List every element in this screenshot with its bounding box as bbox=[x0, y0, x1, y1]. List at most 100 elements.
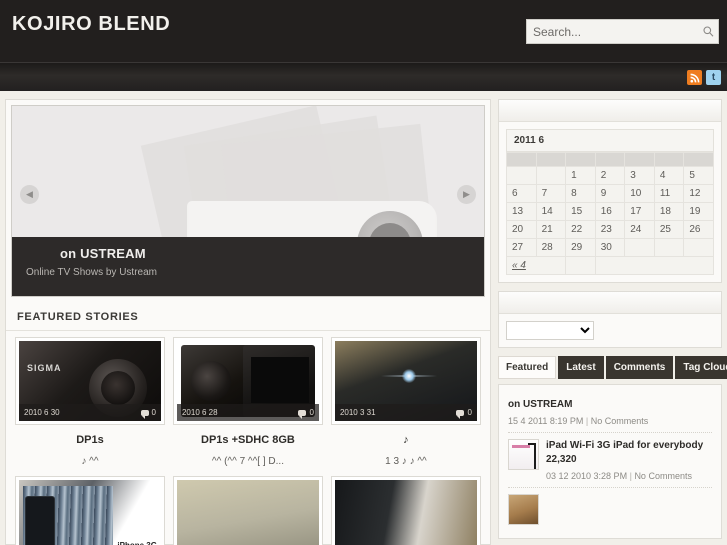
calendar-day[interactable]: 21 bbox=[535, 220, 567, 239]
calendar-weekday-row bbox=[506, 152, 714, 167]
story-thumbnail[interactable] bbox=[172, 476, 323, 545]
calendar-week-row: 13 14 15 16 17 18 19 bbox=[506, 202, 714, 221]
rss-icon[interactable] bbox=[687, 70, 702, 85]
calendar-day[interactable]: 20 bbox=[506, 220, 537, 239]
calendar-day bbox=[624, 238, 655, 257]
meta-separator: | bbox=[585, 415, 589, 426]
story-thumbnail[interactable]: SIGMA 2010 6 30 0 bbox=[15, 337, 165, 425]
calendar-week-row: 20 21 22 23 24 25 26 bbox=[506, 220, 714, 239]
calendar-day[interactable]: 17 bbox=[624, 202, 655, 221]
calendar-day[interactable]: 27 bbox=[506, 238, 537, 257]
list-item[interactable]: iPad Wi-Fi 3G iPad for everybody 22,320 … bbox=[508, 433, 712, 488]
post-comment-count[interactable]: No Comments bbox=[591, 416, 649, 426]
tab-tag-cloud[interactable]: Tag Cloud bbox=[675, 356, 727, 379]
post-meta: 15 4 2011 8:19 PM | No Comments bbox=[508, 416, 712, 426]
calendar-day[interactable]: 14 bbox=[535, 202, 567, 221]
calendar-day[interactable]: 15 bbox=[565, 202, 596, 221]
calendar-body: 20 11 6 1 2 3 4 5 6 7 8 9 10 11 12 13 14 … bbox=[499, 122, 721, 282]
story-card[interactable]: iPhone 3G bbox=[11, 470, 169, 545]
slider-title[interactable]: on USTREAM bbox=[60, 246, 470, 261]
calendar-day[interactable]: 13 bbox=[506, 202, 537, 221]
archive-body bbox=[499, 314, 721, 347]
story-card[interactable] bbox=[169, 470, 327, 545]
social-links: t bbox=[687, 70, 721, 85]
story-card[interactable]: 2010 3 31 0 ♪ 1 3 ♪ ♪ ^^ bbox=[327, 331, 485, 470]
slider-subtitle: Online TV Shows by Ustream bbox=[26, 267, 157, 278]
tab-latest[interactable]: Latest bbox=[558, 356, 604, 379]
post-date: 15 4 2011 8:19 PM bbox=[508, 415, 584, 426]
comment-bubble-icon bbox=[140, 409, 149, 419]
featured-section-title: FEATURED STORIES bbox=[6, 302, 490, 331]
story-title[interactable]: DP1s bbox=[16, 424, 164, 448]
search-icon[interactable] bbox=[698, 20, 718, 43]
calendar-day[interactable]: 29 bbox=[565, 238, 596, 257]
post-comment-count[interactable]: No Comments bbox=[634, 471, 692, 481]
meta-separator: | bbox=[629, 470, 632, 481]
tab-featured[interactable]: Featured bbox=[498, 356, 557, 379]
calendar-day[interactable]: 4 bbox=[653, 166, 685, 185]
featured-slider[interactable]: ◀ ▶ on USTREAM Online TV Shows by Ustrea… bbox=[11, 105, 485, 297]
calendar-day[interactable]: 6 bbox=[506, 184, 537, 203]
story-meta: 2010 6 28 0 bbox=[176, 404, 319, 421]
post-thumbnail[interactable] bbox=[508, 438, 539, 470]
story-excerpt: 1 3 ♪ ♪ ^^ bbox=[385, 456, 427, 468]
calendar-day[interactable]: 30 bbox=[594, 238, 626, 257]
post-thumbnail[interactable] bbox=[508, 493, 539, 525]
calendar-nav-row: « 4 bbox=[505, 256, 715, 275]
calendar-day[interactable]: 18 bbox=[653, 202, 685, 221]
calendar-day[interactable]: 3 bbox=[624, 166, 655, 185]
archive-select[interactable] bbox=[506, 321, 594, 340]
calendar-day[interactable]: 25 bbox=[653, 220, 685, 239]
search-input[interactable] bbox=[527, 24, 698, 39]
story-title[interactable]: ♪ bbox=[332, 424, 480, 448]
calendar-weekday bbox=[506, 152, 537, 167]
calendar-day[interactable]: 12 bbox=[683, 184, 714, 203]
calendar-day[interactable]: 22 bbox=[565, 220, 596, 239]
calendar-day[interactable]: 24 bbox=[624, 220, 655, 239]
slider-next-arrow[interactable]: ▶ bbox=[457, 185, 476, 204]
list-item[interactable]: on USTREAM 15 4 2011 8:19 PM | No Commen… bbox=[508, 392, 712, 433]
calendar-day[interactable]: 9 bbox=[594, 184, 626, 203]
calendar-day[interactable]: 11 bbox=[653, 184, 685, 203]
calendar-day[interactable]: 28 bbox=[535, 238, 567, 257]
story-thumbnail[interactable]: iPhone 3G bbox=[15, 476, 165, 545]
calendar-day bbox=[506, 166, 537, 185]
post-meta: 03 12 2010 3:28 PM | No Comments bbox=[546, 471, 712, 481]
story-thumbnail[interactable] bbox=[330, 476, 481, 545]
story-thumbnail[interactable]: 2010 6 28 0 bbox=[172, 337, 323, 425]
calendar-day bbox=[653, 238, 685, 257]
calendar-prev-cell[interactable]: « 4 bbox=[505, 256, 567, 275]
story-card[interactable]: 2010 6 28 0 DP1s +SDHC 8GB ^^ (^^ 7 ^^[ … bbox=[169, 331, 327, 470]
calendar-day[interactable]: 2 bbox=[594, 166, 626, 185]
calendar-day[interactable]: 16 bbox=[594, 202, 626, 221]
post-title[interactable]: on USTREAM bbox=[508, 398, 712, 413]
calendar-day[interactable]: 7 bbox=[535, 184, 567, 203]
story-comment-count: 0 bbox=[456, 408, 472, 419]
calendar-table[interactable]: 20 11 6 1 2 3 4 5 6 7 8 9 10 11 12 13 14 … bbox=[505, 129, 715, 275]
twitter-icon[interactable]: t bbox=[706, 70, 721, 85]
calendar-weekday bbox=[565, 152, 596, 167]
main-content: ◀ ▶ on USTREAM Online TV Shows by Ustrea… bbox=[5, 99, 491, 545]
calendar-day[interactable]: 5 bbox=[683, 166, 714, 185]
calendar-day[interactable]: 26 bbox=[683, 220, 714, 239]
featured-stories-grid: SIGMA 2010 6 30 0 DP1s ♪ ^^ 2010 6 28 0 … bbox=[6, 331, 490, 545]
calendar-day[interactable]: 19 bbox=[683, 202, 714, 221]
calendar-day[interactable]: 8 bbox=[565, 184, 596, 203]
widget-titlebar bbox=[499, 100, 721, 122]
story-meta: 2010 6 30 0 bbox=[19, 404, 161, 421]
calendar-day[interactable]: 1 bbox=[565, 166, 596, 185]
calendar-day[interactable]: 10 bbox=[624, 184, 655, 203]
story-title[interactable]: DP1s +SDHC 8GB bbox=[174, 424, 322, 448]
calendar-prev-link[interactable]: « 4 bbox=[512, 260, 526, 271]
search-box[interactable] bbox=[526, 19, 719, 44]
page-body: ◀ ▶ on USTREAM Online TV Shows by Ustrea… bbox=[0, 91, 727, 545]
post-title[interactable]: iPad Wi-Fi 3G iPad for everybody 22,320 bbox=[546, 439, 712, 468]
story-thumbnail[interactable]: 2010 3 31 0 bbox=[330, 337, 481, 425]
post-info bbox=[546, 494, 712, 525]
story-card[interactable]: SIGMA 2010 6 30 0 DP1s ♪ ^^ bbox=[11, 331, 169, 470]
slider-prev-arrow[interactable]: ◀ bbox=[20, 185, 39, 204]
tab-comments[interactable]: Comments bbox=[605, 356, 674, 379]
story-card[interactable] bbox=[327, 470, 485, 545]
calendar-day[interactable]: 23 bbox=[594, 220, 626, 239]
list-item[interactable] bbox=[508, 488, 712, 531]
